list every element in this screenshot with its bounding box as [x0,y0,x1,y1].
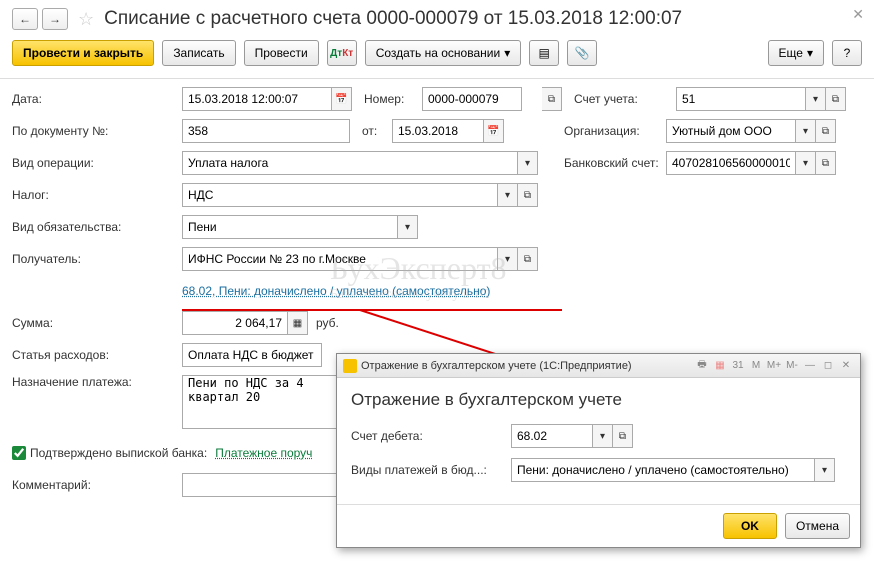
open-icon[interactable]: ⧉ [816,151,836,175]
from-date-input[interactable] [392,119,484,143]
bank-acc-input[interactable] [666,151,796,175]
date-input[interactable] [182,87,332,111]
number-label: Номер: [364,92,422,106]
ok-button[interactable]: OK [723,513,777,539]
attach-button[interactable]: 📎 [567,40,597,66]
open-icon[interactable]: ⧉ [816,119,836,143]
calculator-icon[interactable]: ▦ [288,311,308,335]
open-icon[interactable]: ⧉ [518,183,538,207]
currency-label: руб. [316,316,339,330]
recipient-label: Получатель: [12,252,182,266]
date-label: Дата: [12,92,182,106]
accounting-modal: Отражение в бухгалтерском учете (1С:Пред… [336,353,861,548]
expense-label: Статья расходов: [12,348,182,362]
payment-type-input[interactable] [511,458,815,482]
calendar-icon[interactable]: 📅 [484,119,504,143]
dt-kt-button[interactable]: ДтКт [327,40,357,66]
op-type-input[interactable] [182,151,518,175]
tax-label: Налог: [12,188,182,202]
dropdown-icon[interactable]: ▾ [796,151,816,175]
open-icon[interactable]: ⧉ [826,87,846,111]
create-based-label: Создать на основании [376,46,501,60]
doc-num-input[interactable] [182,119,350,143]
more-button[interactable]: Еще ▾ [768,40,824,66]
org-label: Организация: [552,124,666,138]
chevron-down-icon: ▾ [807,46,813,60]
m-plus-icon[interactable]: M+ [766,358,782,374]
tax-input[interactable] [182,183,498,207]
purpose-textarea[interactable] [182,375,340,429]
payment-type-label: Виды платежей в бюд...: [351,463,511,477]
comment-label: Комментарий: [12,478,182,492]
confirmed-label: Подтверждено выпиской банка: [30,446,207,460]
open-icon[interactable]: ⧉ [542,87,562,111]
maximize-icon[interactable]: ◻ [820,358,836,374]
m-icon[interactable]: M [748,358,764,374]
accounting-reflection-link[interactable]: 68.02, Пени: доначислено / уплачено (сам… [182,284,490,298]
save-button[interactable]: Записать [162,40,235,66]
post-button[interactable]: Провести [244,40,319,66]
nav-fwd-button[interactable]: → [42,8,68,30]
grid-icon[interactable]: ▦ [712,358,728,374]
obligation-input[interactable] [182,215,398,239]
minimize-icon[interactable]: — [802,358,818,374]
confirmed-checkbox[interactable] [12,446,26,460]
obligation-label: Вид обязательства: [12,220,182,234]
print-icon[interactable]: 🖶 [694,358,710,374]
dropdown-icon[interactable]: ▾ [518,151,538,175]
modal-window-title: Отражение в бухгалтерском учете (1С:Пред… [361,360,632,372]
comment-input[interactable] [182,473,338,497]
chevron-down-icon: ▾ [504,46,510,60]
open-icon[interactable]: ⧉ [518,247,538,271]
app-icon [343,359,357,373]
doc-num-label: По документу №: [12,124,182,138]
from-label: от: [362,124,392,138]
post-and-close-button[interactable]: Провести и закрыть [12,40,154,66]
cancel-button[interactable]: Отмена [785,513,850,539]
print-button[interactable]: ▤ [529,40,559,66]
account-input[interactable] [676,87,806,111]
op-type-label: Вид операции: [12,156,182,170]
purpose-label: Назначение платежа: [12,375,182,389]
create-based-on-button[interactable]: Создать на основании ▾ [365,40,522,66]
account-label: Счет учета: [562,92,676,106]
debit-account-input[interactable] [511,424,593,448]
calendar-icon[interactable]: 31 [730,358,746,374]
annotation-line [182,309,562,311]
open-icon[interactable]: ⧉ [613,424,633,448]
payment-order-link[interactable]: Платежное поруч [215,446,312,460]
m-minus-icon[interactable]: M- [784,358,800,374]
modal-heading: Отражение в бухгалтерском учете [351,390,846,410]
dropdown-icon[interactable]: ▾ [806,87,826,111]
bank-acc-label: Банковский счет: [552,156,666,170]
dropdown-icon[interactable]: ▾ [593,424,613,448]
calendar-icon[interactable]: 📅 [332,87,352,111]
sum-label: Сумма: [12,316,182,330]
debit-account-label: Счет дебета: [351,429,511,443]
recipient-input[interactable] [182,247,498,271]
dropdown-icon[interactable]: ▾ [398,215,418,239]
help-button[interactable]: ? [832,40,862,66]
close-icon[interactable]: ✕ [852,6,864,23]
dropdown-icon[interactable]: ▾ [815,458,835,482]
dropdown-icon[interactable]: ▾ [498,247,518,271]
org-input[interactable] [666,119,796,143]
close-icon[interactable]: ✕ [838,358,854,374]
favorite-star-icon[interactable]: ☆ [78,9,94,30]
sum-input[interactable] [182,311,288,335]
nav-back-button[interactable]: ← [12,8,38,30]
more-label: Еще [779,46,803,60]
window-title: Списание с расчетного счета 0000-000079 … [104,8,682,30]
dropdown-icon[interactable]: ▾ [796,119,816,143]
dropdown-icon[interactable]: ▾ [498,183,518,207]
number-input[interactable] [422,87,522,111]
expense-input[interactable] [182,343,322,367]
